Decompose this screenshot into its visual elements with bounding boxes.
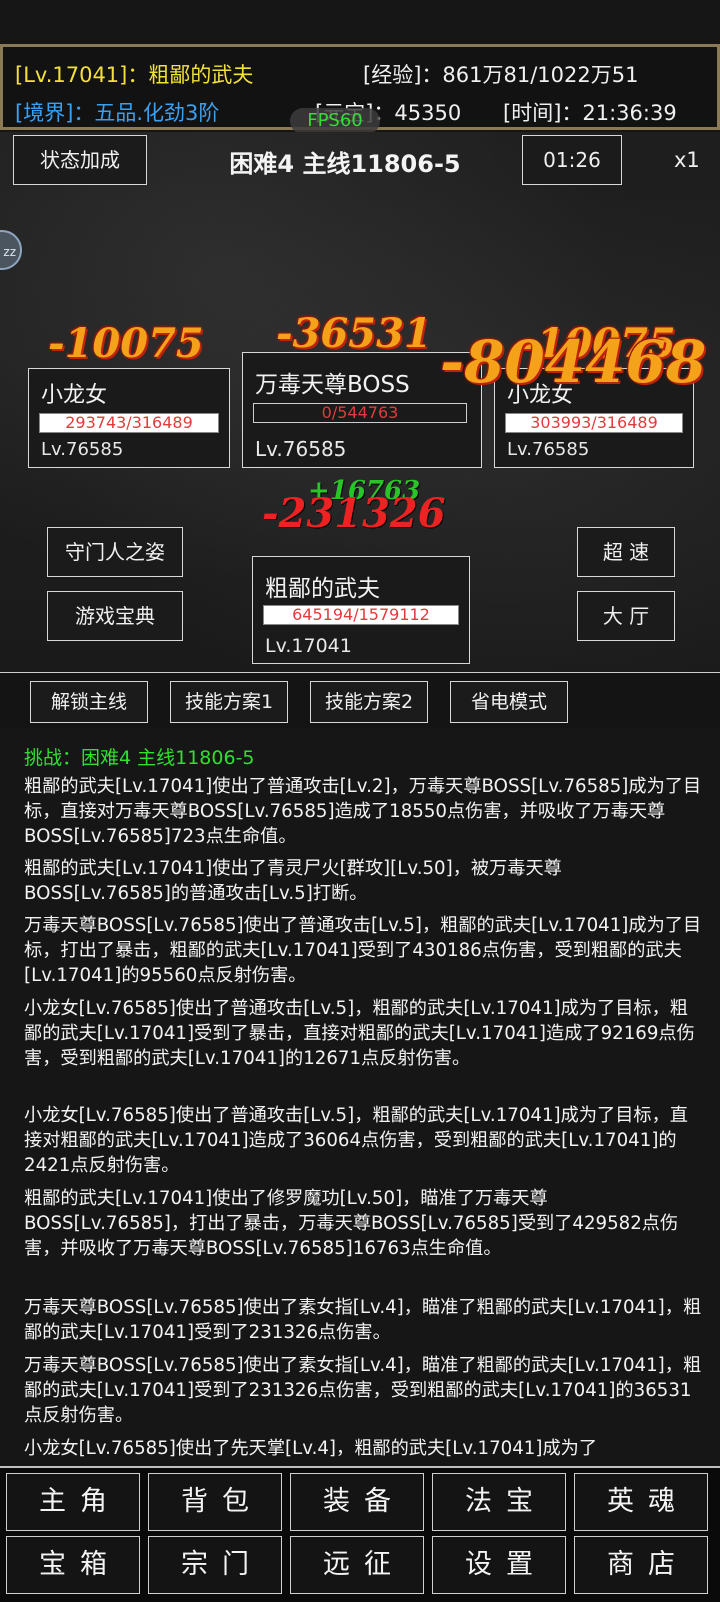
tab-power-save[interactable]: 省电模式 [450,681,568,723]
nav-character[interactable]: 主角 [6,1473,140,1531]
tab-skill-plan-1[interactable]: 技能方案1 [170,681,288,723]
hp-bar: 293743/316489 [39,413,219,433]
unit-level: Lv.76585 [41,439,124,460]
battle-field: 状态加成 困难4 主线11806-5 01:26 x1 zz -10075 -3… [0,132,720,672]
hp-bar: 303993/316489 [505,413,683,433]
player-card[interactable]: 粗鄙的武夫 645194/1579112 Lv.17041 [252,556,470,664]
skill-tabs-row: 解锁主线 技能方案1 技能方案2 省电模式 [0,672,720,730]
nav-treasure-chest[interactable]: 宝箱 [6,1536,140,1594]
fps-counter: FPS60 [290,108,380,134]
damage-number: -36531 [276,310,432,357]
nav-settings[interactable]: 设置 [432,1536,566,1594]
battle-log[interactable]: 挑战：困难4 主线11806-5 粗鄙的武夫[Lv.17041]使出了普通攻击[… [0,729,720,1465]
unit-name: 小龙女 [41,383,108,408]
status-bonus-button[interactable]: 状态加成 [13,135,147,185]
bottom-navigation: 主角 背包 装备 法宝 英魂 宝箱 宗门 远征 设置 商店 [0,1466,720,1602]
damage-number: -804468 [440,328,707,396]
log-line: 粗鄙的武夫[Lv.17041]使出了修罗魔功[Lv.50]，瞄准了万毒天尊BOS… [24,1188,679,1259]
nav-hero-soul[interactable]: 英魂 [574,1473,708,1531]
exp-readout: [经验]：861万81/1022万51 [363,63,639,87]
player-level-name: [Lv.17041]：粗鄙的武夫 [15,63,254,87]
nav-artifact[interactable]: 法宝 [432,1473,566,1531]
game-guide-button[interactable]: 游戏宝典 [47,591,183,641]
ally-card-left[interactable]: 小龙女 293743/316489 Lv.76585 [28,368,230,468]
speed-multiplier[interactable]: x1 [674,148,700,172]
log-line: 万毒天尊BOSS[Lv.76585]使出了素女指[Lv.4]，瞄准了粗鄙的武夫[… [24,1297,702,1343]
unit-name: 粗鄙的武夫 [265,576,380,602]
nav-equipment[interactable]: 装备 [290,1473,424,1531]
unit-level: Lv.76585 [507,439,590,460]
log-line: 万毒天尊BOSS[Lv.76585]使出了普通攻击[Lv.5]，粗鄙的武夫[Lv… [24,915,702,986]
log-line: 万毒天尊BOSS[Lv.76585]使出了素女指[Lv.4]，瞄准了粗鄙的武夫[… [24,1355,702,1426]
log-line: 小龙女[Lv.76585]使出了普通攻击[Lv.5]，粗鄙的武夫[Lv.1704… [24,1105,688,1176]
clock-readout: [时间]：21:36:39 [503,101,677,125]
damage-number: -231326 [262,490,446,537]
nav-backpack[interactable]: 背包 [148,1473,282,1531]
nav-shop[interactable]: 商店 [574,1536,708,1594]
unit-level: Lv.76585 [255,437,347,461]
log-line: 小龙女[Lv.76585]使出了先天掌[Lv.4]，粗鄙的武夫[Lv.17041… [24,1438,598,1459]
battle-timer: 01:26 [522,135,622,185]
log-line: 粗鄙的武夫[Lv.17041]使出了青灵尸火[群攻][Lv.50]，被万毒天尊B… [24,858,562,904]
nav-expedition[interactable]: 远征 [290,1536,424,1594]
unit-level: Lv.17041 [265,635,352,657]
realm-readout: [境界]：五品.化劲3阶 [15,101,220,125]
unit-name: 万毒天尊BOSS [255,372,410,398]
hp-bar: 645194/1579112 [263,605,459,625]
side-float-badge[interactable]: zz [0,230,22,270]
log-header: 挑战：困难4 主线11806-5 [24,747,255,769]
tab-skill-plan-2[interactable]: 技能方案2 [310,681,428,723]
nav-sect[interactable]: 宗门 [148,1536,282,1594]
hp-bar: 0/544763 [253,403,467,423]
log-line: 粗鄙的武夫[Lv.17041]使出了普通攻击[Lv.2]，万毒天尊BOSS[Lv… [24,776,702,847]
damage-number: -10075 [48,320,204,367]
super-speed-button[interactable]: 超 速 [577,527,675,577]
stage-title: 困难4 主线11806-5 [229,150,461,178]
gatekeeper-button[interactable]: 守门人之姿 [47,527,183,577]
log-line: 小龙女[Lv.76585]使出了普通攻击[Lv.5]，粗鄙的武夫[Lv.1704… [24,998,695,1069]
tab-unlock-mainline[interactable]: 解锁主线 [30,681,148,723]
lobby-button[interactable]: 大 厅 [577,591,675,641]
